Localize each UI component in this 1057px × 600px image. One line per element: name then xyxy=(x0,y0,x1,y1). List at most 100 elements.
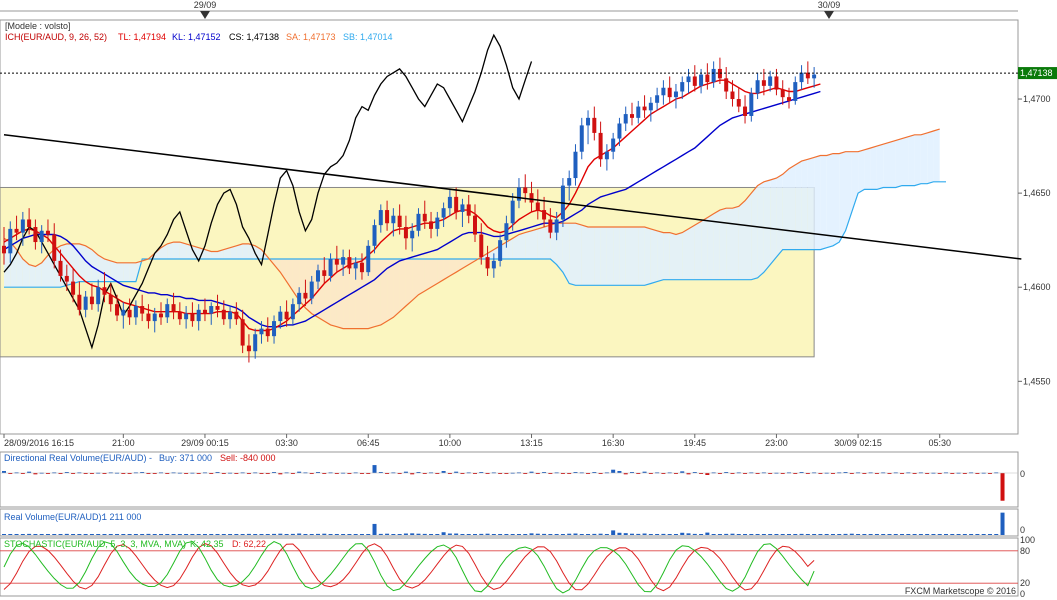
real-volume-bar[interactable] xyxy=(328,534,333,535)
real-volume-bar[interactable] xyxy=(33,534,38,535)
real-volume-bar[interactable] xyxy=(460,534,465,535)
real-volume-bar[interactable] xyxy=(485,533,490,535)
real-volume-bar[interactable] xyxy=(83,534,88,535)
real-volume-bar[interactable] xyxy=(975,534,980,535)
real-volume-bar[interactable] xyxy=(2,534,6,535)
real-volume-bar[interactable] xyxy=(812,534,817,535)
real-volume-bar[interactable] xyxy=(272,533,277,535)
real-volume-bar[interactable] xyxy=(686,533,691,535)
real-volume-bar[interactable] xyxy=(912,534,917,535)
real-volume-bar[interactable] xyxy=(648,534,653,535)
real-volume-bar[interactable] xyxy=(768,534,773,535)
real-volume-bar[interactable] xyxy=(611,530,616,535)
real-volume-bar[interactable] xyxy=(359,534,364,535)
real-volume-bar[interactable] xyxy=(171,534,176,535)
real-volume-bar[interactable] xyxy=(617,532,622,535)
real-volume-bar[interactable] xyxy=(165,534,170,535)
real-volume-bar[interactable] xyxy=(140,534,145,535)
directional-volume-bar[interactable] xyxy=(372,465,377,473)
real-volume-bar[interactable] xyxy=(127,534,132,535)
real-volume-bar[interactable] xyxy=(429,534,434,535)
real-volume-bar[interactable] xyxy=(190,534,195,535)
real-volume-bar[interactable] xyxy=(479,533,484,535)
real-volume-bar[interactable] xyxy=(837,534,842,535)
real-volume-bar[interactable] xyxy=(717,534,722,535)
real-volume-bar[interactable] xyxy=(334,534,339,535)
real-volume-bar[interactable] xyxy=(868,534,873,535)
real-volume-bar[interactable] xyxy=(309,534,314,535)
directional-volume-panel[interactable]: Directional Real Volume(EUR/AUD) - Buy: … xyxy=(0,451,1025,508)
real-volume-bar[interactable] xyxy=(862,534,867,535)
price-panel[interactable]: 1,4550 1,4600 1,4650 1,4700 1,47138 [Modele … xyxy=(0,19,1057,435)
real-volume-bar[interactable] xyxy=(749,534,754,535)
real-volume-bar[interactable] xyxy=(322,533,327,535)
real-volume-bar[interactable] xyxy=(931,534,936,535)
real-volume-bar[interactable] xyxy=(89,534,94,535)
real-volume-bar[interactable] xyxy=(944,534,948,535)
real-volume-bar[interactable] xyxy=(573,533,578,535)
real-volume-bar[interactable] xyxy=(297,533,302,535)
directional-volume-bar[interactable] xyxy=(1000,473,1005,501)
real-volume-bar[interactable] xyxy=(692,533,697,535)
real-volume-bar[interactable] xyxy=(422,533,427,535)
real-volume-bar[interactable] xyxy=(240,534,245,535)
real-volume-bar[interactable] xyxy=(58,534,63,535)
real-volume-bar[interactable] xyxy=(416,533,421,535)
real-volume-bar[interactable] xyxy=(435,534,440,535)
real-volume-bar[interactable] xyxy=(636,533,641,535)
real-volume-bar[interactable] xyxy=(830,534,835,535)
real-volume-bar[interactable] xyxy=(447,533,452,535)
real-volume-bar[interactable] xyxy=(673,534,678,535)
real-volume-bar[interactable] xyxy=(579,534,584,535)
real-volume-bar[interactable] xyxy=(246,533,251,535)
real-volume-bar[interactable] xyxy=(950,534,955,535)
real-volume-bar[interactable] xyxy=(548,534,553,535)
real-volume-bar[interactable] xyxy=(1000,512,1005,535)
real-volume-bar[interactable] xyxy=(265,534,270,535)
real-volume-bar[interactable] xyxy=(529,533,534,535)
real-volume-bar[interactable] xyxy=(403,533,408,535)
real-volume-bar[interactable] xyxy=(630,533,634,535)
real-volume-bar[interactable] xyxy=(918,534,923,535)
real-volume-bar[interactable] xyxy=(397,534,402,535)
directional-volume-bar[interactable] xyxy=(611,469,616,473)
real-volume-bar[interactable] xyxy=(724,533,729,535)
real-volume-bar[interactable] xyxy=(454,533,459,535)
real-volume-bar[interactable] xyxy=(410,533,415,535)
real-volume-bar[interactable] xyxy=(755,534,760,535)
real-volume-bar[interactable] xyxy=(805,534,810,535)
real-volume-bar[interactable] xyxy=(937,534,942,535)
real-volume-bar[interactable] xyxy=(981,534,986,535)
real-volume-bar[interactable] xyxy=(542,533,547,535)
real-volume-bar[interactable] xyxy=(121,534,126,535)
real-volume-bar[interactable] xyxy=(849,533,854,535)
real-volume-bar[interactable] xyxy=(52,534,57,535)
real-volume-bar[interactable] xyxy=(96,534,101,535)
real-volume-bar[interactable] xyxy=(743,534,748,535)
real-volume-bar[interactable] xyxy=(491,534,496,535)
real-volume-bar[interactable] xyxy=(592,533,597,535)
real-volume-bar[interactable] xyxy=(146,533,151,535)
real-volume-bar[interactable] xyxy=(209,534,214,535)
real-volume-bar[interactable] xyxy=(680,532,685,535)
real-volume-bar[interactable] xyxy=(102,534,107,535)
real-volume-bar[interactable] xyxy=(316,533,320,535)
real-volume-bar[interactable] xyxy=(259,534,264,535)
real-volume-bar[interactable] xyxy=(473,534,477,535)
real-volume-bar[interactable] xyxy=(824,534,829,535)
real-volume-bar[interactable] xyxy=(598,533,603,535)
real-volume-bar[interactable] xyxy=(843,533,848,535)
real-volume-bar[interactable] xyxy=(560,534,565,535)
real-volume-panel[interactable]: Real Volume(EUR/AUD): 1 211 000 0 xyxy=(0,508,1025,537)
real-volume-bar[interactable] xyxy=(353,534,358,535)
real-volume-bar[interactable] xyxy=(900,534,905,535)
real-volume-bar[interactable] xyxy=(799,533,804,535)
real-volume-bar[interactable] xyxy=(642,533,647,535)
real-volume-bar[interactable] xyxy=(372,523,377,535)
real-volume-bar[interactable] xyxy=(780,534,785,535)
real-volume-bar[interactable] xyxy=(278,533,283,535)
real-volume-bar[interactable] xyxy=(498,534,503,535)
real-volume-bar[interactable] xyxy=(253,534,258,535)
real-volume-bar[interactable] xyxy=(604,534,609,535)
real-volume-bar[interactable] xyxy=(14,534,19,535)
